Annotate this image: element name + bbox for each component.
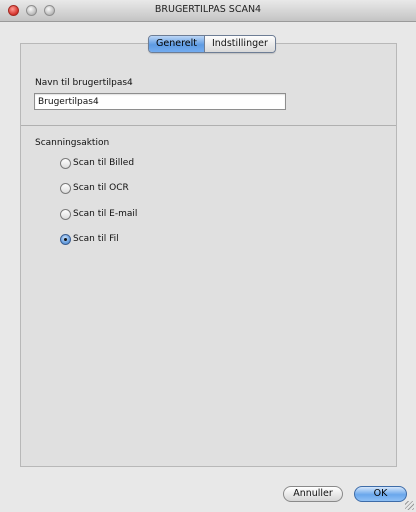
radio-label: Scan til Billed: [73, 158, 135, 168]
window-title: BRUGERTILPAS SCAN4: [154, 4, 262, 15]
radio-scan-til-fil[interactable]: Scan til Fil: [60, 233, 119, 245]
radio-button-icon[interactable]: [60, 182, 71, 194]
cancel-button[interactable]: Annuller: [283, 486, 343, 502]
radio-scan-til-ocr[interactable]: Scan til OCR: [60, 182, 129, 194]
ok-button[interactable]: OK: [354, 486, 407, 502]
title-bar[interactable]: BRUGERTILPAS SCAN4: [0, 0, 416, 22]
dialog-window: BRUGERTILPAS SCAN4 Generelt Indstillinge…: [0, 0, 416, 512]
radio-button-icon[interactable]: [60, 157, 71, 169]
name-field-label: Navn til brugertilpas4: [35, 78, 133, 88]
scan-action-label: Scanningsaktion: [35, 138, 110, 148]
radio-label: Scan til E-mail: [73, 209, 138, 219]
tab-bar: Generelt Indstillinger: [148, 35, 276, 53]
name-input[interactable]: [34, 93, 286, 110]
radio-label: Scan til Fil: [73, 234, 119, 244]
resize-grip-icon[interactable]: [405, 501, 414, 510]
radio-button-selected-icon[interactable]: [60, 233, 71, 245]
radio-scan-til-e-mail[interactable]: Scan til E-mail: [60, 208, 137, 220]
radio-scan-til-billed[interactable]: Scan til Billed: [60, 157, 134, 169]
radio-button-icon[interactable]: [60, 208, 71, 220]
tab-generelt[interactable]: Generelt: [149, 36, 205, 52]
radio-label: Scan til OCR: [73, 183, 129, 193]
tab-indstillinger[interactable]: Indstillinger: [204, 36, 275, 52]
section-divider: [21, 125, 396, 126]
